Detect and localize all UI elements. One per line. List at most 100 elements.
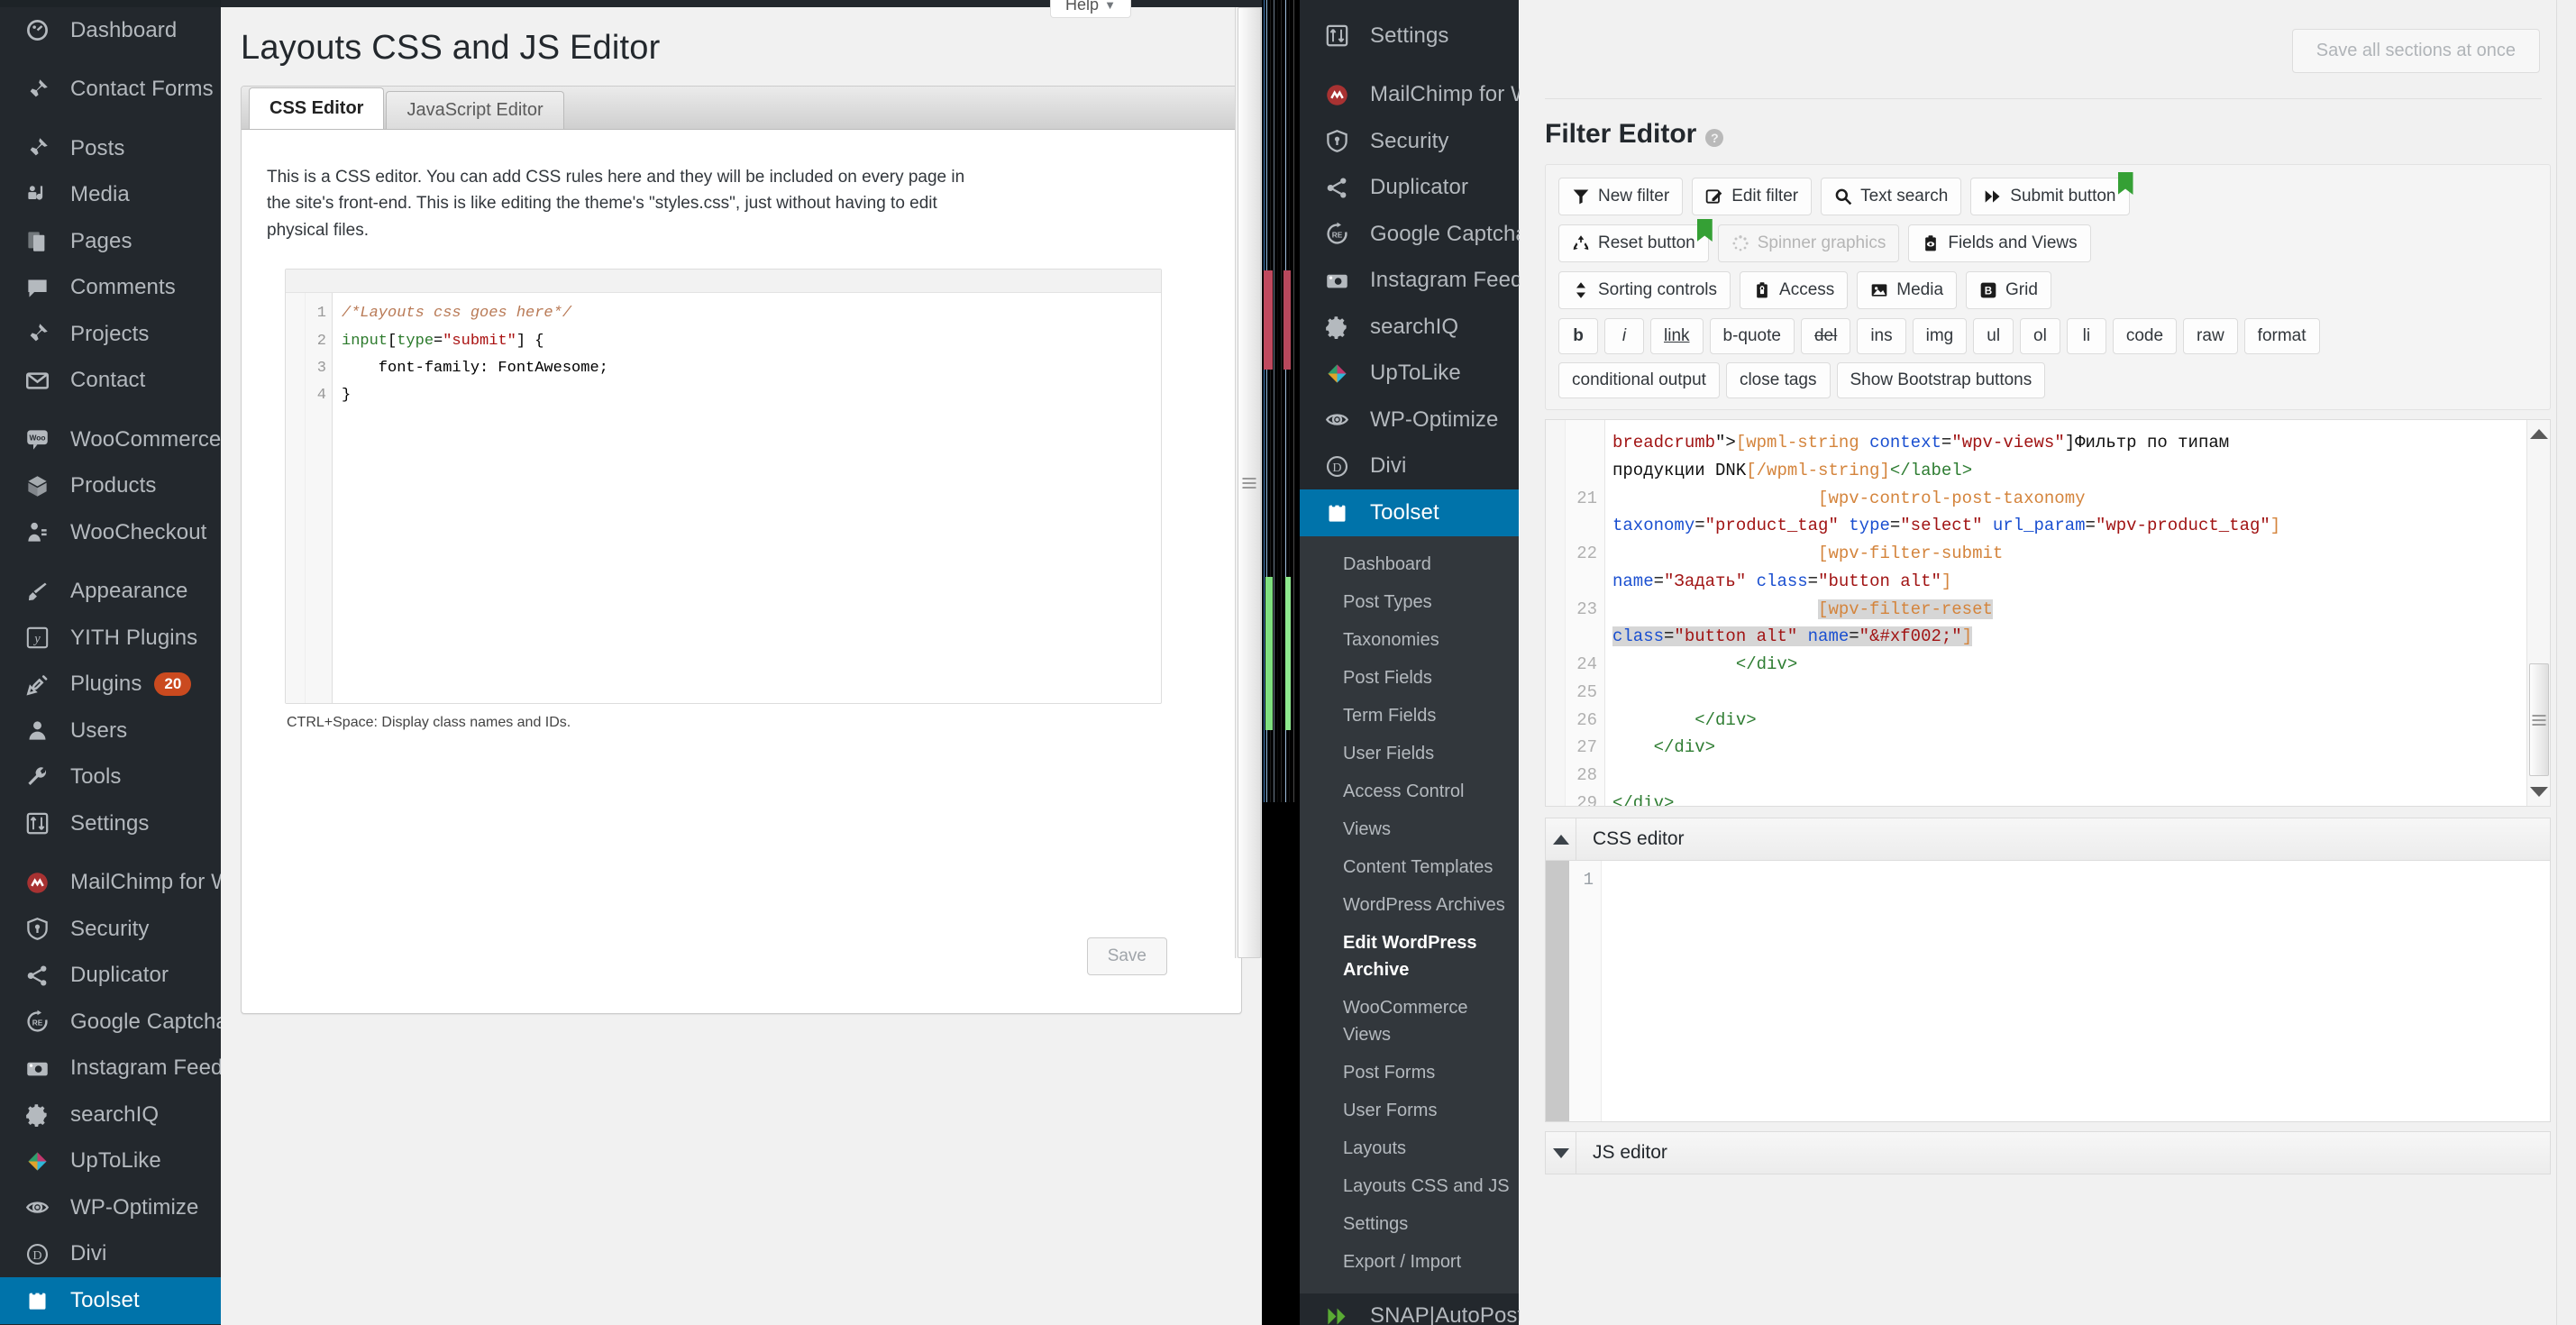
tag-button-code[interactable]: code	[2112, 318, 2178, 354]
save-button[interactable]: Save	[1086, 937, 1167, 975]
save-all-sections-button[interactable]: Save all sections at once	[2291, 29, 2540, 73]
sidebar-item-pages[interactable]: Pages	[0, 218, 221, 265]
toolbar-button-sorting-controls[interactable]: Sorting controls	[1558, 271, 1731, 309]
sidebar-item-instagram-feed[interactable]: Instagram Feed	[0, 1046, 223, 1092]
tag-button-ul[interactable]: ul	[1973, 318, 2014, 354]
scrollbar-thumb[interactable]	[2529, 663, 2549, 776]
help-tab-button[interactable]: Help ▼	[1050, 0, 1131, 18]
main-vertical-scrollbar[interactable]	[1235, 7, 1262, 958]
tab-css-editor[interactable]: CSS Editor	[249, 87, 385, 129]
tag-button-li[interactable]: li	[2066, 318, 2106, 354]
sidebar-item-woocommerce[interactable]: Woo WooCommerce	[0, 416, 221, 463]
sidebar-item-projects[interactable]: Projects	[0, 311, 221, 358]
sidebar-item-yith-plugins[interactable]: y YITH Plugins	[0, 615, 221, 662]
submenu-item-layouts[interactable]: Layouts	[1300, 1129, 1519, 1167]
sidebar-item-security[interactable]: Security	[0, 906, 221, 953]
tag-button-b-quote[interactable]: b-quote	[1709, 318, 1795, 354]
sidebar-item-snap-autoposter[interactable]: SNAP|AutoPoster	[1300, 1293, 1543, 1325]
toolbar-button-reset-button[interactable]: Reset button	[1558, 219, 1713, 262]
sidebar-item-searchiq[interactable]: searchIQ	[0, 1092, 221, 1138]
sidebar-item-appearance[interactable]: Appearance	[0, 569, 221, 616]
tag-button-ins[interactable]: ins	[1857, 318, 1906, 354]
submenu-item-taxonomies[interactable]: Taxonomies	[1300, 621, 1519, 659]
submenu-item-layouts-css-and-js[interactable]: Layouts CSS and JS	[1300, 1167, 1519, 1205]
submenu-item-woocommerce-views[interactable]: WooCommerce Views	[1300, 989, 1519, 1054]
submenu-item-wordpress-archives[interactable]: WordPress Archives	[1300, 886, 1519, 924]
css-editor-body[interactable]: 1	[1545, 861, 2551, 1122]
sidebar-item-divi[interactable]: D Divi	[0, 1231, 221, 1278]
sidebar-item-media[interactable]: Media	[0, 172, 221, 219]
submenu-item-views[interactable]: Views	[1300, 810, 1519, 848]
tag-button-ol[interactable]: ol	[2020, 318, 2060, 354]
submenu-item-edit-wordpress-archive[interactable]: Edit WordPress Archive	[1300, 924, 1519, 989]
sidebar-item-uptolike[interactable]: UpToLike	[0, 1138, 221, 1185]
sidebar-item-posts[interactable]: Posts	[0, 125, 221, 172]
sidebar-item-mailchimp-for-wp[interactable]: MailChimp for WP	[1300, 72, 1546, 119]
tab-javascript-editor[interactable]: JavaScript Editor	[386, 91, 564, 129]
scroll-up-arrow-icon[interactable]	[2529, 429, 2548, 439]
code-content[interactable]: /*Layouts css goes here*/ input[type="su…	[333, 293, 608, 703]
toolbar-button-media[interactable]: Media	[1857, 271, 1958, 309]
sidebar-item-plugins[interactable]: Plugins 20	[0, 662, 221, 708]
submenu-item-post-fields[interactable]: Post Fields	[1300, 659, 1519, 697]
sidebar-item-products[interactable]: Products	[0, 463, 221, 510]
js-section-toggle[interactable]	[1546, 1132, 1576, 1174]
sidebar-item-searchiq[interactable]: searchIQ	[1300, 304, 1519, 351]
sidebar-item-divi[interactable]: D Divi	[1300, 443, 1519, 490]
sidebar-item-duplicator[interactable]: Duplicator	[1300, 165, 1519, 212]
js-editor-section-header[interactable]: JS editor	[1545, 1131, 2551, 1174]
submenu-item-dashboard[interactable]: Dashboard	[1300, 545, 1519, 583]
submenu-item-user-fields[interactable]: User Fields	[1300, 735, 1519, 772]
css-editor-section-header[interactable]: CSS editor	[1545, 818, 2551, 861]
tag-button-format[interactable]: format	[2243, 318, 2320, 354]
submenu-item-post-forms[interactable]: Post Forms	[1300, 1054, 1519, 1092]
tag-button-img[interactable]: img	[1912, 318, 1968, 354]
sidebar-item-wp-optimize[interactable]: WP-Optimize	[1300, 397, 1519, 443]
scrollbar-thumb[interactable]	[1238, 7, 1261, 958]
scroll-down-arrow-icon[interactable]	[2529, 787, 2548, 797]
toolbar-button-spinner-graphics[interactable]: Spinner graphics	[1717, 224, 1900, 262]
sidebar-item-uptolike[interactable]: UpToLike	[1300, 351, 1519, 398]
toolbar-button-submit-button[interactable]: Submit button	[1970, 172, 2133, 215]
toolbar-button-grid[interactable]: B Grid	[1966, 271, 2051, 309]
sidebar-item-dashboard[interactable]: Dashboard	[0, 7, 221, 54]
tag-button-raw[interactable]: raw	[2183, 318, 2238, 354]
tag-button-i[interactable]: i	[1604, 318, 1644, 354]
css-editor-textarea[interactable]	[1602, 861, 2550, 1121]
toolbar-button-new-filter[interactable]: New filter	[1558, 178, 1684, 215]
sidebar-item-contact[interactable]: Contact	[0, 358, 221, 405]
submenu-item-term-fields[interactable]: Term Fields	[1300, 697, 1519, 735]
tag-button-del[interactable]: del	[1800, 318, 1851, 354]
toolbar-button-access[interactable]: Access	[1740, 271, 1849, 309]
sidebar-item-wp-optimize[interactable]: WP-Optimize	[0, 1184, 221, 1231]
sidebar-item-toolset[interactable]: Toolset	[1300, 489, 1519, 536]
submenu-item-export-import[interactable]: Export / Import	[1300, 1243, 1519, 1281]
toolbar-button-edit-filter[interactable]: Edit filter	[1692, 178, 1813, 215]
submenu-item-user-forms[interactable]: User Forms	[1300, 1092, 1519, 1129]
sidebar-item-toolset[interactable]: Toolset	[0, 1277, 221, 1324]
code-editor-area[interactable]: 1 2 3 4 /*Layouts css goes here*/ input[…	[286, 293, 1161, 704]
tag-button-conditional-output[interactable]: conditional output	[1558, 362, 1720, 398]
sidebar-item-settings[interactable]: Settings	[1300, 13, 1519, 59]
sidebar-item-instagram-feed[interactable]: Instagram Feed	[1300, 258, 1522, 305]
submenu-item-content-templates[interactable]: Content Templates	[1300, 848, 1519, 886]
submenu-item-settings[interactable]: Settings	[1300, 1205, 1519, 1243]
sidebar-item-comments[interactable]: Comments	[0, 265, 221, 312]
help-circle-icon[interactable]: ?	[1705, 129, 1724, 147]
tag-button-show-bootstrap-buttons[interactable]: Show Bootstrap buttons	[1836, 362, 2046, 398]
code-vertical-scrollbar[interactable]	[2526, 420, 2550, 806]
code-content[interactable]: breadcrumb">[wpml-string context="wpv-vi…	[1605, 420, 2550, 806]
tag-button-link[interactable]: link	[1650, 318, 1704, 354]
tag-button-close-tags[interactable]: close tags	[1725, 362, 1831, 398]
submenu-item-post-types[interactable]: Post Types	[1300, 583, 1519, 621]
sidebar-item-security[interactable]: Security	[1300, 118, 1519, 165]
tag-button-b[interactable]: b	[1558, 318, 1598, 354]
toolbar-button-text-search[interactable]: Text search	[1821, 178, 1962, 215]
sidebar-item-mailchimp-for-wp[interactable]: MailChimp for WP	[0, 860, 246, 907]
toolbar-button-fields-and-views[interactable]: Fields and Views	[1908, 224, 2091, 262]
sidebar-item-users[interactable]: Users	[0, 708, 221, 754]
sidebar-item-google-captcha[interactable]: RE Google Captcha	[1300, 211, 1528, 258]
right-vertical-scrollbar[interactable]	[2556, 0, 2576, 1325]
css-code-editor[interactable]: 1 2 3 4 /*Layouts css goes here*/ input[…	[285, 269, 1162, 705]
sidebar-item-tools[interactable]: Tools	[0, 754, 221, 801]
